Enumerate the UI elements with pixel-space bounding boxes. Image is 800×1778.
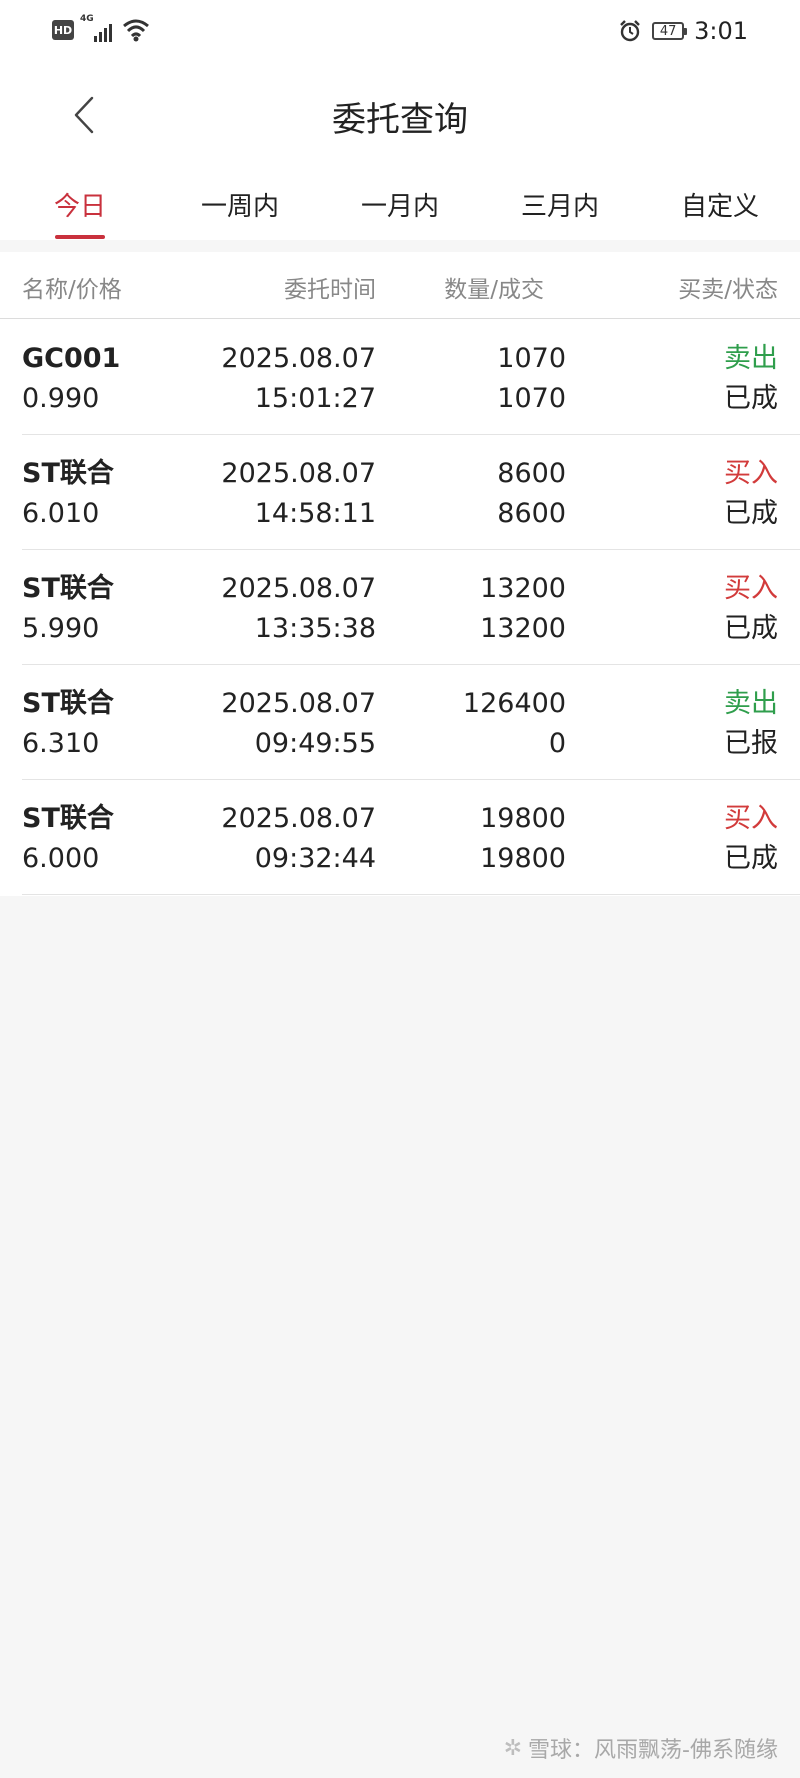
tab-custom[interactable]: 自定义 [681, 186, 759, 223]
order-time: 15:01:27 [254, 383, 376, 414]
column-qty: 数量/成交 [444, 277, 544, 303]
column-time: 委托时间 [284, 277, 376, 303]
tab-three-months[interactable]: 三月内 [521, 186, 599, 223]
order-price: 6.010 [22, 498, 100, 529]
alarm-clock-icon [620, 20, 640, 42]
order-status: 已成 [724, 613, 778, 644]
order-quantity: 13200 [480, 573, 566, 604]
order-price: 5.990 [22, 613, 100, 644]
stock-name: ST联合 [22, 688, 114, 719]
order-quantity: 1070 [497, 343, 566, 374]
order-quantity: 19800 [480, 803, 566, 834]
order-price: 0.990 [22, 383, 100, 414]
order-side: 买入 [724, 803, 778, 834]
network-type: 4G [80, 14, 94, 24]
order-price: 6.000 [22, 843, 100, 874]
order-quantity: 8600 [497, 458, 566, 489]
filled-quantity: 19800 [480, 843, 566, 874]
status-left: HD 4G [52, 14, 150, 42]
stock-name: ST联合 [22, 803, 114, 834]
active-tab-indicator [55, 235, 105, 239]
order-status: 已成 [724, 498, 778, 529]
tab-one-month[interactable]: 一月内 [361, 186, 439, 223]
order-date: 2025.08.07 [221, 573, 376, 604]
wifi-icon [123, 19, 149, 42]
order-date: 2025.08.07 [221, 688, 376, 719]
order-time: 13:35:38 [254, 613, 376, 644]
filled-quantity: 8600 [497, 498, 566, 529]
tab-bar: 今日 一周内 一月内 三月内 自定义 [0, 160, 800, 240]
order-time: 14:58:11 [254, 498, 376, 529]
stock-name: GC001 [22, 343, 121, 374]
order-status: 已成 [724, 383, 778, 414]
order-row[interactable]: ST联合 6.310 2025.08.07 09:49:55 126400 0 … [22, 664, 800, 780]
snowball-logo-icon: ✲ [503, 1735, 523, 1761]
list-header: 名称/价格 委托时间 数量/成交 买卖/状态 [0, 252, 800, 319]
order-side: 买入 [724, 573, 778, 604]
status-right: 47 3:01 [618, 17, 748, 45]
order-status: 已报 [724, 728, 778, 759]
order-list: 名称/价格 委托时间 数量/成交 买卖/状态 GC001 0.990 2025.… [0, 252, 800, 896]
watermark: ✲ 雪球：风雨飘荡-佛系随缘 [504, 1732, 778, 1764]
battery-indicator: 47 [652, 22, 688, 40]
clock: 3:01 [694, 17, 748, 45]
tab-one-week[interactable]: 一周内 [201, 186, 279, 223]
order-quantity: 126400 [462, 688, 566, 719]
order-row[interactable]: ST联合 6.010 2025.08.07 14:58:11 8600 8600… [22, 434, 800, 550]
page-title: 委托查询 [332, 100, 468, 140]
watermark-text: 雪球：风雨飘荡-佛系随缘 [528, 1738, 778, 1763]
order-price: 6.310 [22, 728, 100, 759]
order-side: 卖出 [724, 688, 778, 719]
order-side: 买入 [724, 458, 778, 489]
order-time: 09:49:55 [254, 728, 376, 759]
order-row[interactable]: GC001 0.990 2025.08.07 15:01:27 1070 107… [22, 319, 800, 435]
status-bar: HD 4G 47 3:01 [0, 0, 800, 70]
order-date: 2025.08.07 [221, 803, 376, 834]
order-date: 2025.08.07 [221, 343, 376, 374]
filled-quantity: 1070 [497, 383, 566, 414]
filled-quantity: 0 [548, 728, 566, 759]
filled-quantity: 13200 [480, 613, 566, 644]
order-side: 卖出 [724, 343, 778, 374]
column-name-price: 名称/价格 [22, 277, 122, 303]
cellular-signal-icon: 4G [80, 14, 116, 42]
header: 委托查询 [0, 70, 800, 160]
tab-today[interactable]: 今日 [54, 186, 106, 223]
order-row[interactable]: ST联合 5.990 2025.08.07 13:35:38 13200 132… [22, 549, 800, 665]
hd-icon: HD [52, 20, 74, 40]
column-side-status: 买卖/状态 [678, 277, 778, 303]
stock-name: ST联合 [22, 458, 114, 489]
order-date: 2025.08.07 [221, 458, 376, 489]
order-row[interactable]: ST联合 6.000 2025.08.07 09:32:44 19800 198… [22, 779, 800, 895]
stock-name: ST联合 [22, 573, 114, 604]
order-time: 09:32:44 [254, 843, 376, 874]
order-status: 已成 [724, 843, 778, 874]
